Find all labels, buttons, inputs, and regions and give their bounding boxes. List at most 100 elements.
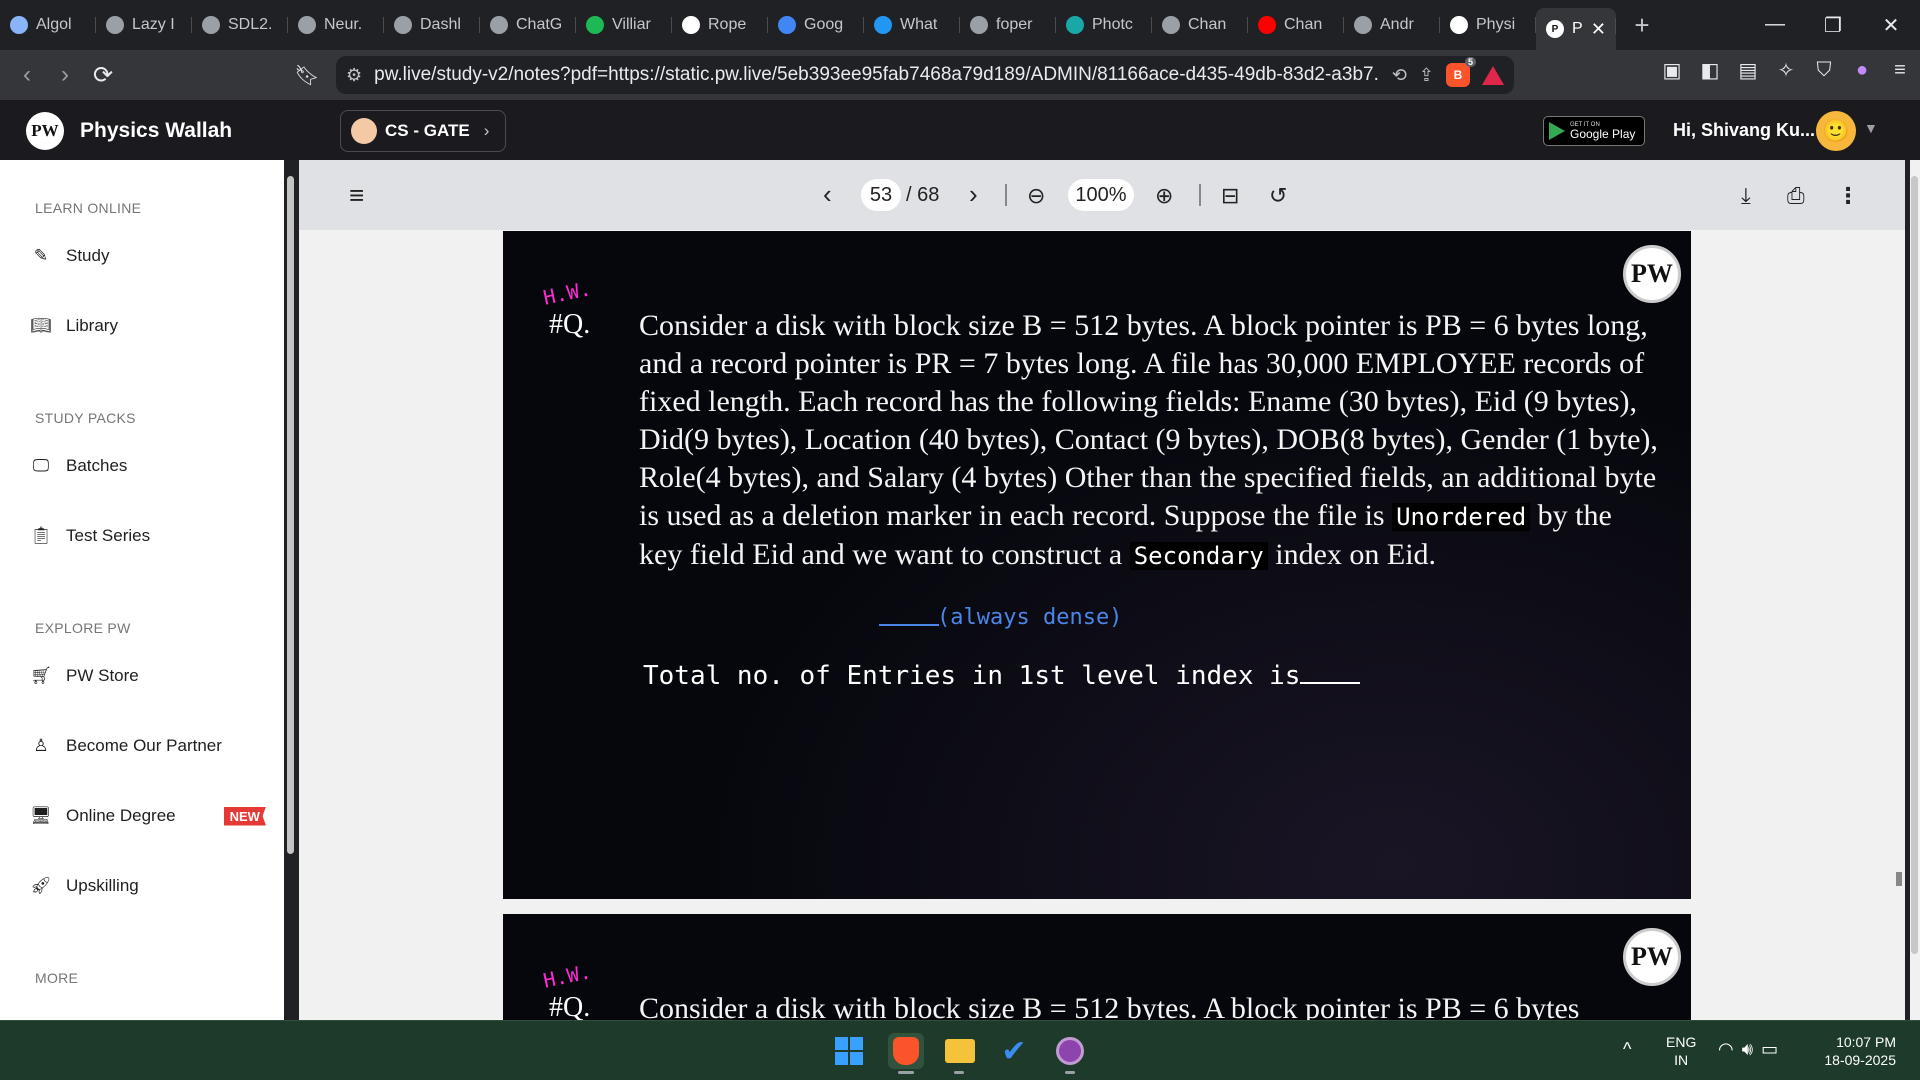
browser-tab[interactable]: Photc (1056, 7, 1152, 43)
browser-tab[interactable]: foper (960, 7, 1056, 43)
page-number-input[interactable]: 53 (861, 179, 901, 211)
show-hidden-icons-icon[interactable]: ^ (1623, 1039, 1631, 1060)
browser-tab[interactable]: ChatG (480, 7, 576, 43)
github-icon (394, 16, 412, 34)
tab-label: What (900, 16, 938, 33)
minimize-icon[interactable]: — (1746, 13, 1804, 38)
sidebar-item-library[interactable]: 📖︎ Library (30, 315, 118, 337)
todo-button[interactable]: ✔ (996, 1033, 1032, 1069)
leo-ai-icon[interactable]: ✧ (1776, 58, 1796, 83)
rotate-icon[interactable]: ↺ (1269, 183, 1287, 209)
browser-tab[interactable]: Physi (1440, 7, 1536, 43)
google-play-icon (1549, 122, 1565, 140)
menu-icon[interactable]: ≡ (1890, 59, 1910, 82)
prev-page-button[interactable]: ‹ (823, 179, 832, 210)
pdf-scrollbar-thumb[interactable] (1911, 176, 1918, 954)
sidebar-section-title: EXPLORE PW (35, 620, 131, 636)
browser-tab[interactable]: Chan (1152, 7, 1248, 43)
avatar[interactable]: 🙂 (1816, 111, 1856, 151)
menu-icon[interactable]: ≡ (349, 180, 364, 211)
zoom-level[interactable]: 100% (1068, 179, 1134, 211)
fit-width-icon[interactable]: ⊟ (1221, 183, 1239, 209)
brave-shield-icon[interactable]: B5 (1446, 57, 1476, 87)
handwritten-unordered: Unordered (1392, 503, 1531, 531)
google-play-button[interactable]: GET IT ON Google Play (1543, 116, 1645, 146)
pw-logo-icon[interactable]: PW (26, 112, 64, 150)
sidebar-item-pw-store[interactable]: 🛒︎ PW Store (30, 665, 139, 687)
pdf-page: H.W. #Q. PW Consider a disk with block s… (503, 914, 1691, 1020)
sidebar-item-upskilling[interactable]: 🚀︎ Upskilling (30, 875, 139, 897)
sidebar-item-become-our-partner[interactable]: ♙ Become Our Partner (30, 735, 222, 757)
browser-tab[interactable]: Algol (0, 7, 96, 43)
browser-tab[interactable]: Goog (768, 7, 864, 43)
print-icon[interactable]: ⎙ (1787, 183, 1805, 209)
wallet-icon[interactable]: ▤ (1738, 58, 1758, 83)
sidebar-item-online-degree[interactable]: 🖥︎ Online Degree NEW (30, 805, 266, 827)
bookmark-icon[interactable]: 🔖︎ (288, 56, 326, 94)
question-body-3: index on Eid. (1275, 538, 1437, 571)
vpn-icon[interactable]: ⛉ (1814, 59, 1834, 82)
wifi-icon[interactable]: ◠ (1718, 1039, 1742, 1059)
chevron-down-icon[interactable]: ▼ (1864, 120, 1878, 136)
browser-tab[interactable]: Dashl (384, 7, 480, 43)
sidebar-item-study[interactable]: ✎ Study (30, 245, 110, 267)
site-name[interactable]: Physics Wallah (80, 119, 232, 143)
youtube-icon (1258, 16, 1276, 34)
sidebar-toggle-icon[interactable]: ◧ (1700, 58, 1720, 83)
share-icon[interactable]: ⇪ (1419, 65, 1434, 86)
forward-button[interactable]: › (46, 56, 84, 94)
volume-icon[interactable]: 🔊︎ (1742, 1039, 1761, 1059)
window-controls: — ❐ ✕ (1746, 13, 1920, 38)
brave-taskbar-button[interactable] (888, 1033, 924, 1069)
history-icon[interactable]: ⟲ (1392, 65, 1407, 86)
browser-tab[interactable]: Villiar (576, 7, 672, 43)
browser-tab[interactable]: Lazy I (96, 7, 192, 43)
browser-tab[interactable]: What (864, 7, 960, 43)
batch-selector[interactable]: CS - GATE › (340, 110, 506, 152)
brave-icon (893, 1037, 919, 1065)
pdf-toolbar: ≡ ‹ 53 / 68 › ⊖ 100% ⊕ ⊟ ↺ ⤓ ⎙ ⋮ (299, 160, 1905, 230)
sidebar-item-batches[interactable]: 🖵 Batches (30, 455, 128, 477)
browser-tab[interactable]: Neur. (288, 7, 384, 43)
clock[interactable]: 10:07 PM 18-09-2025 (1812, 1033, 1896, 1069)
brave-rewards-icon[interactable] (1482, 65, 1504, 85)
language-indicator[interactable]: ENG IN (1666, 1033, 1696, 1069)
zoom-in-icon[interactable]: ⊕ (1155, 183, 1173, 209)
back-button[interactable]: ‹ (8, 56, 46, 94)
next-page-button[interactable]: › (969, 179, 978, 210)
reader-mode-icon[interactable]: ▣ (1662, 58, 1682, 83)
close-icon[interactable]: ✕ (1591, 19, 1606, 40)
tab-label: Dashl (420, 16, 461, 33)
divider (1199, 184, 1201, 206)
address-bar[interactable]: ⚙ pw.live/study-v2/notes?pdf=https://sta… (336, 56, 1514, 94)
github-desktop-button[interactable] (1052, 1033, 1088, 1069)
battery-icon[interactable]: ▭ (1761, 1039, 1786, 1059)
browser-tab-active[interactable]: P P ✕ (1536, 8, 1616, 50)
url-text[interactable]: pw.live/study-v2/notes?pdf=https://stati… (374, 64, 1380, 86)
system-tray[interactable]: ◠🔊︎▭ (1718, 1039, 1786, 1060)
zoom-out-icon[interactable]: ⊖ (1027, 183, 1045, 209)
partner-icon: ♙ (33, 736, 49, 755)
reload-button[interactable]: ⟳ (84, 56, 122, 94)
sidebar-item-label: Become Our Partner (66, 736, 222, 755)
file-explorer-button[interactable] (942, 1033, 978, 1069)
restore-icon[interactable]: ❐ (1804, 13, 1862, 38)
sidebar-scrollbar[interactable] (287, 176, 294, 854)
profile-icon[interactable]: ● (1852, 59, 1872, 82)
sidebar-item-label: Batches (66, 456, 128, 475)
browser-tab[interactable]: Rope (672, 7, 768, 43)
browser-tab[interactable]: Chan (1248, 7, 1344, 43)
new-tab-button[interactable]: + (1622, 10, 1662, 41)
pdf-viewer: ≡ ‹ 53 / 68 › ⊖ 100% ⊕ ⊟ ↺ ⤓ ⎙ ⋮ H.W. #Q… (299, 160, 1905, 1020)
more-options-icon[interactable]: ⋮ (1837, 183, 1859, 209)
language-code: ENG (1666, 1034, 1697, 1050)
tab-label: P (1572, 20, 1583, 37)
browser-tab[interactable]: SDL2. (192, 7, 288, 43)
site-info-icon[interactable]: ⚙ (346, 65, 362, 86)
close-window-icon[interactable]: ✕ (1862, 13, 1920, 38)
start-button[interactable] (831, 1033, 867, 1069)
browser-tab[interactable]: Andr (1344, 7, 1440, 43)
user-greeting[interactable]: Hi, Shivang Ku... (1673, 120, 1815, 141)
sidebar-item-test-series[interactable]: 📋︎ Test Series (30, 525, 150, 547)
download-icon[interactable]: ⤓ (1741, 183, 1751, 209)
